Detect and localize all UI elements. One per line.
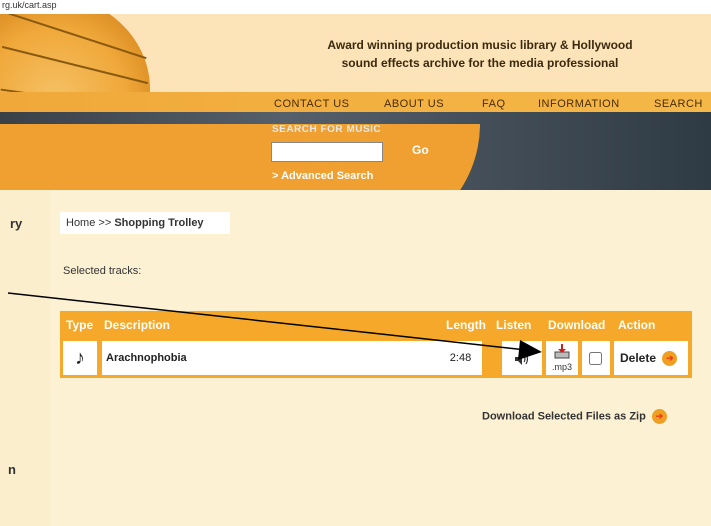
sidebar-text-partial: n (8, 462, 16, 477)
col-description: Description (104, 318, 171, 332)
search-label: SEARCH FOR MUSIC (272, 124, 382, 135)
breadcrumb-current: Shopping Trolley (114, 217, 204, 229)
arrow-right-icon: ➔ (651, 409, 667, 424)
site-tagline: Award winning production music library &… (327, 38, 633, 70)
go-button[interactable]: Go (402, 138, 462, 162)
download-mp3-button[interactable]: .mp3 (546, 341, 578, 375)
advanced-search-link[interactable]: > Advanced Search (272, 170, 373, 182)
breadcrumb-home[interactable]: Home (66, 217, 95, 229)
track-length: 2:48 (439, 341, 482, 375)
selected-tracks-label: Selected tracks: (63, 265, 142, 277)
speaker-icon[interactable] (502, 341, 542, 375)
search-input[interactable] (271, 142, 383, 162)
delete-button[interactable]: Delete ➔ (614, 341, 688, 375)
download-icon (554, 344, 570, 359)
breadcrumb: Home >> Shopping Trolley (60, 212, 230, 234)
download-format-label: .mp3 (551, 362, 572, 372)
tracks-table: Type Description Length Listen Download … (60, 311, 692, 378)
col-action: Action (618, 318, 656, 332)
col-download: Download (548, 318, 606, 332)
site-header: Award winning production music library &… (0, 14, 711, 190)
col-length: Length (446, 318, 486, 332)
table-row: ♪ Arachnophobia 2:48 .mp3 Delete ➔ (60, 338, 692, 378)
col-listen: Listen (496, 318, 532, 332)
main-nav: CONTACT US ABOUT US FAQ INFORMATION SEAR… (270, 98, 711, 116)
track-description: Arachnophobia (102, 341, 480, 375)
nav-about-us[interactable]: ABOUT US (384, 98, 444, 110)
nav-faq[interactable]: FAQ (482, 98, 506, 110)
nav-contact-us[interactable]: CONTACT US (274, 98, 350, 110)
col-type: Type (66, 318, 94, 332)
arrow-right-icon: ➔ (662, 351, 678, 367)
select-cell (582, 341, 610, 375)
music-note-icon: ♪ (63, 341, 97, 375)
select-track-checkbox[interactable] (589, 352, 602, 365)
table-header: Type Description Length Listen Download … (60, 311, 692, 338)
sidebar-heading-partial: ry (10, 216, 23, 231)
address-bar-text: rg.uk/cart.asp (0, 0, 711, 14)
nav-search[interactable]: SEARCH (654, 98, 703, 110)
breadcrumb-separator: >> (98, 217, 112, 229)
download-zip-link[interactable]: Download Selected Files as Zip ➔ (482, 409, 667, 424)
nav-information[interactable]: INFORMATION (538, 98, 620, 110)
